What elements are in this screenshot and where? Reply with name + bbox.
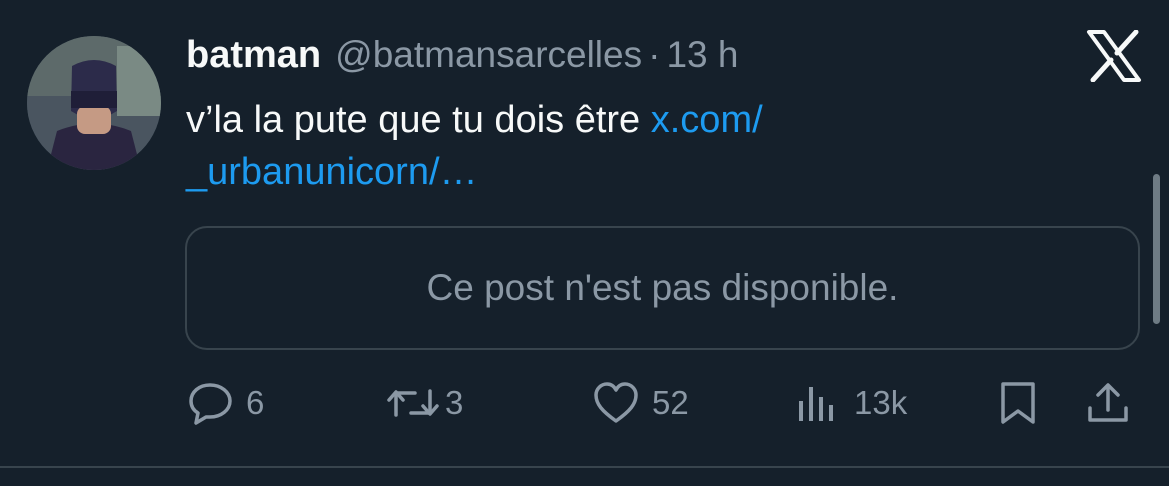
views-chart-icon: [796, 383, 838, 423]
views-count: 13k: [854, 384, 908, 421]
x-logo-icon: [1086, 29, 1142, 83]
repost-icon: [385, 383, 441, 423]
batman-avatar-image: [27, 36, 161, 170]
bookmark-icon: [998, 380, 1038, 426]
reply-icon: [188, 381, 234, 425]
scrollbar[interactable]: [1153, 174, 1160, 324]
reply-button[interactable]: 6: [188, 378, 264, 428]
like-button[interactable]: 52: [592, 378, 689, 428]
quoted-post-card[interactable]: Ce post n'est pas disponible.: [185, 226, 1140, 350]
timestamp[interactable]: 13 h: [666, 34, 738, 76]
avatar[interactable]: [27, 36, 161, 170]
display-name[interactable]: batman: [186, 34, 321, 77]
bookmark-button[interactable]: [998, 378, 1038, 428]
repost-button[interactable]: 3: [385, 378, 463, 428]
tweet-text: v’la la pute que tu dois être x.com/ _ur…: [186, 94, 946, 198]
repost-count: 3: [445, 384, 464, 421]
share-button[interactable]: [1086, 378, 1130, 428]
like-count: 52: [652, 384, 689, 421]
share-icon: [1086, 380, 1130, 426]
divider: [0, 466, 1169, 468]
heart-icon: [592, 381, 640, 425]
reply-count: 6: [246, 384, 265, 421]
unavailable-message: Ce post n'est pas disponible.: [426, 267, 899, 308]
views-button[interactable]: 13k: [796, 378, 907, 428]
user-handle[interactable]: @batmansarcelles: [335, 34, 642, 76]
separator-dot: ·: [648, 34, 661, 75]
tweet-header: batman @batmansarcelles · 13 h: [186, 34, 738, 80]
tweet-body: v’la la pute que tu dois être: [186, 99, 651, 141]
